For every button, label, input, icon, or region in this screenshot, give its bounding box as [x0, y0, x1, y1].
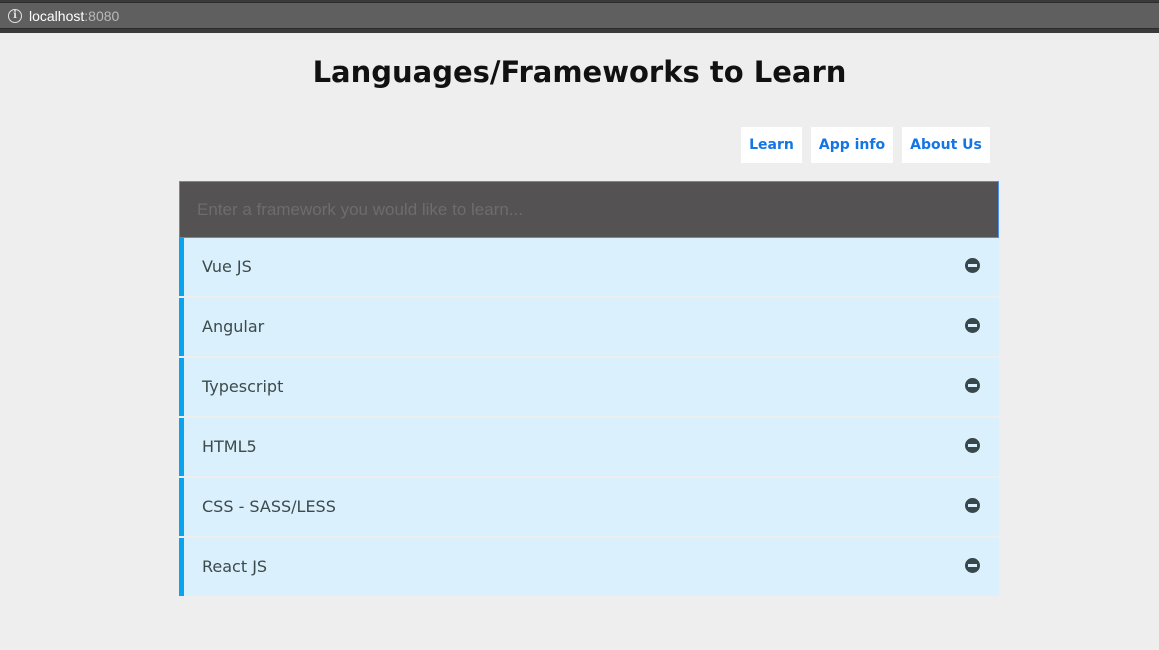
url-host: localhost [29, 8, 85, 24]
browser-toolbar: i localhost:8080 [0, 0, 1159, 33]
address-bar[interactable]: i localhost:8080 [0, 2, 1159, 29]
remove-circle-icon[interactable] [965, 378, 980, 393]
framework-list: Vue JS Angular Typescript HTML5 CSS - SA… [179, 238, 999, 596]
nav-about-us-button[interactable]: About Us [902, 127, 990, 163]
nav-learn-button[interactable]: Learn [741, 127, 802, 163]
page-title: Languages/Frameworks to Learn [312, 55, 847, 89]
list-item-label: React JS [202, 557, 268, 576]
list-item-label: Typescript [202, 377, 284, 396]
nav-app-info-button[interactable]: App info [811, 127, 893, 163]
list-item[interactable]: Vue JS [179, 238, 999, 296]
info-icon[interactable]: i [8, 9, 22, 23]
url-port: :8080 [84, 8, 120, 24]
framework-input[interactable] [179, 181, 999, 238]
list-item-label: HTML5 [202, 437, 257, 456]
framework-panel: Vue JS Angular Typescript HTML5 CSS - SA… [179, 181, 999, 598]
list-item-label: Vue JS [202, 257, 252, 276]
list-item[interactable]: Angular [179, 298, 999, 356]
list-item[interactable]: Typescript [179, 358, 999, 416]
remove-circle-icon[interactable] [965, 318, 980, 333]
url-text[interactable]: localhost:8080 [29, 8, 119, 24]
list-item-label: CSS - SASS/LESS [202, 497, 336, 516]
list-item[interactable]: CSS - SASS/LESS [179, 478, 999, 536]
remove-circle-icon[interactable] [965, 258, 980, 273]
remove-circle-icon[interactable] [965, 558, 980, 573]
remove-circle-icon[interactable] [965, 498, 980, 513]
list-item[interactable]: React JS [179, 538, 999, 596]
list-item[interactable]: HTML5 [179, 418, 999, 476]
remove-circle-icon[interactable] [965, 438, 980, 453]
list-item-label: Angular [202, 317, 265, 336]
